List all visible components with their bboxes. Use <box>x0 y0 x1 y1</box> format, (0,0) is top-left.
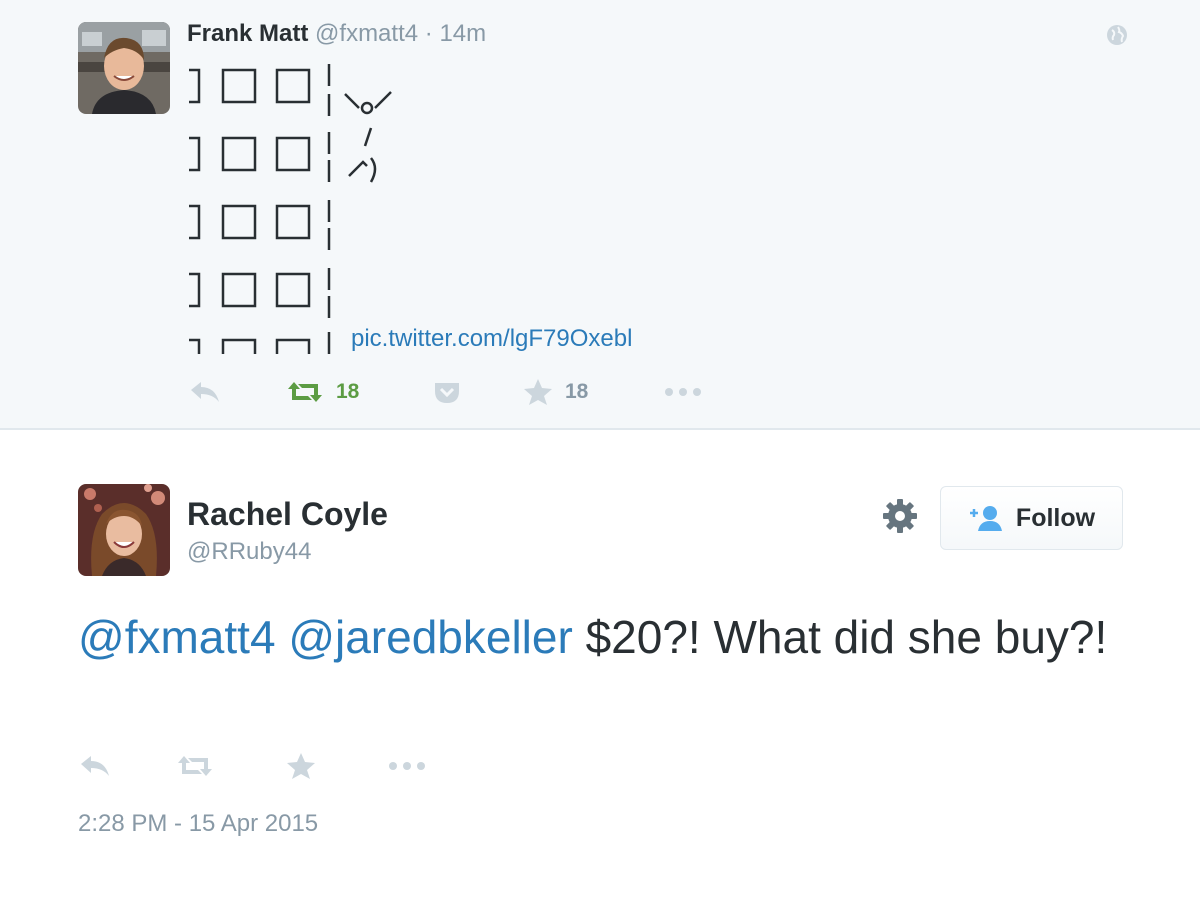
tweet-header: Frank Matt @fxmatt4 · 14m <box>187 20 486 48</box>
avatar-rachel-coyle[interactable] <box>78 484 170 576</box>
mention-fxmatt4[interactable]: @fxmatt4 <box>78 611 276 663</box>
separator: · <box>424 20 433 47</box>
retweet-button[interactable]: 18 <box>286 370 359 414</box>
author-name[interactable]: Frank Matt <box>187 20 308 47</box>
reply-button[interactable] <box>189 370 221 414</box>
ascii-art <box>189 64 392 354</box>
reply-icon <box>191 382 219 402</box>
more-icon <box>389 762 425 770</box>
favorite-count: 18 <box>565 380 589 403</box>
star-icon <box>287 753 315 779</box>
more-icon <box>665 388 701 396</box>
star-icon <box>524 379 552 405</box>
retweet-icon <box>178 756 212 776</box>
retweet-count: 18 <box>336 380 360 403</box>
follow-label: Follow <box>1015 503 1096 532</box>
pic-link[interactable]: pic.twitter.com/lgF79Oxebl <box>351 325 632 353</box>
tweet-timestamp[interactable]: 2:28 PM - 15 Apr 2015 <box>78 810 318 838</box>
favorite-button[interactable]: 18 <box>523 370 588 414</box>
reply-icon <box>81 756 109 776</box>
author-handle[interactable]: @RRuby44 <box>187 538 311 566</box>
tweet-actions <box>0 746 1200 786</box>
avatar-frank-matt[interactable] <box>78 22 170 114</box>
pocket-button[interactable] <box>434 370 460 414</box>
gear-icon[interactable] <box>882 498 918 534</box>
pocket-icon <box>435 383 459 403</box>
retweet-icon <box>288 382 322 402</box>
follow-user-icon <box>969 506 1002 531</box>
author-name[interactable]: Rachel Coyle <box>187 496 388 533</box>
more-button[interactable] <box>388 746 426 786</box>
favorite-button[interactable] <box>286 746 316 786</box>
globe-icon[interactable] <box>1106 24 1128 46</box>
parent-tweet[interactable]: Frank Matt @fxmatt4 · 14m pic.twitter.co… <box>0 0 1200 430</box>
tweet-time[interactable]: 14m <box>439 20 486 47</box>
retweet-button[interactable] <box>176 746 214 786</box>
tweet-actions: 18 18 <box>0 370 1200 414</box>
tweet-body: $20?! What did she buy?! <box>572 611 1108 663</box>
follow-button[interactable]: Follow <box>940 486 1123 550</box>
reply-button[interactable] <box>79 746 111 786</box>
tweet-text: @fxmatt4 @jaredbkeller $20?! What did sh… <box>78 606 1138 668</box>
author-handle[interactable]: @fxmatt4 <box>315 20 418 47</box>
mention-jaredbkeller[interactable]: @jaredbkeller <box>288 611 573 663</box>
more-button[interactable] <box>664 370 702 414</box>
